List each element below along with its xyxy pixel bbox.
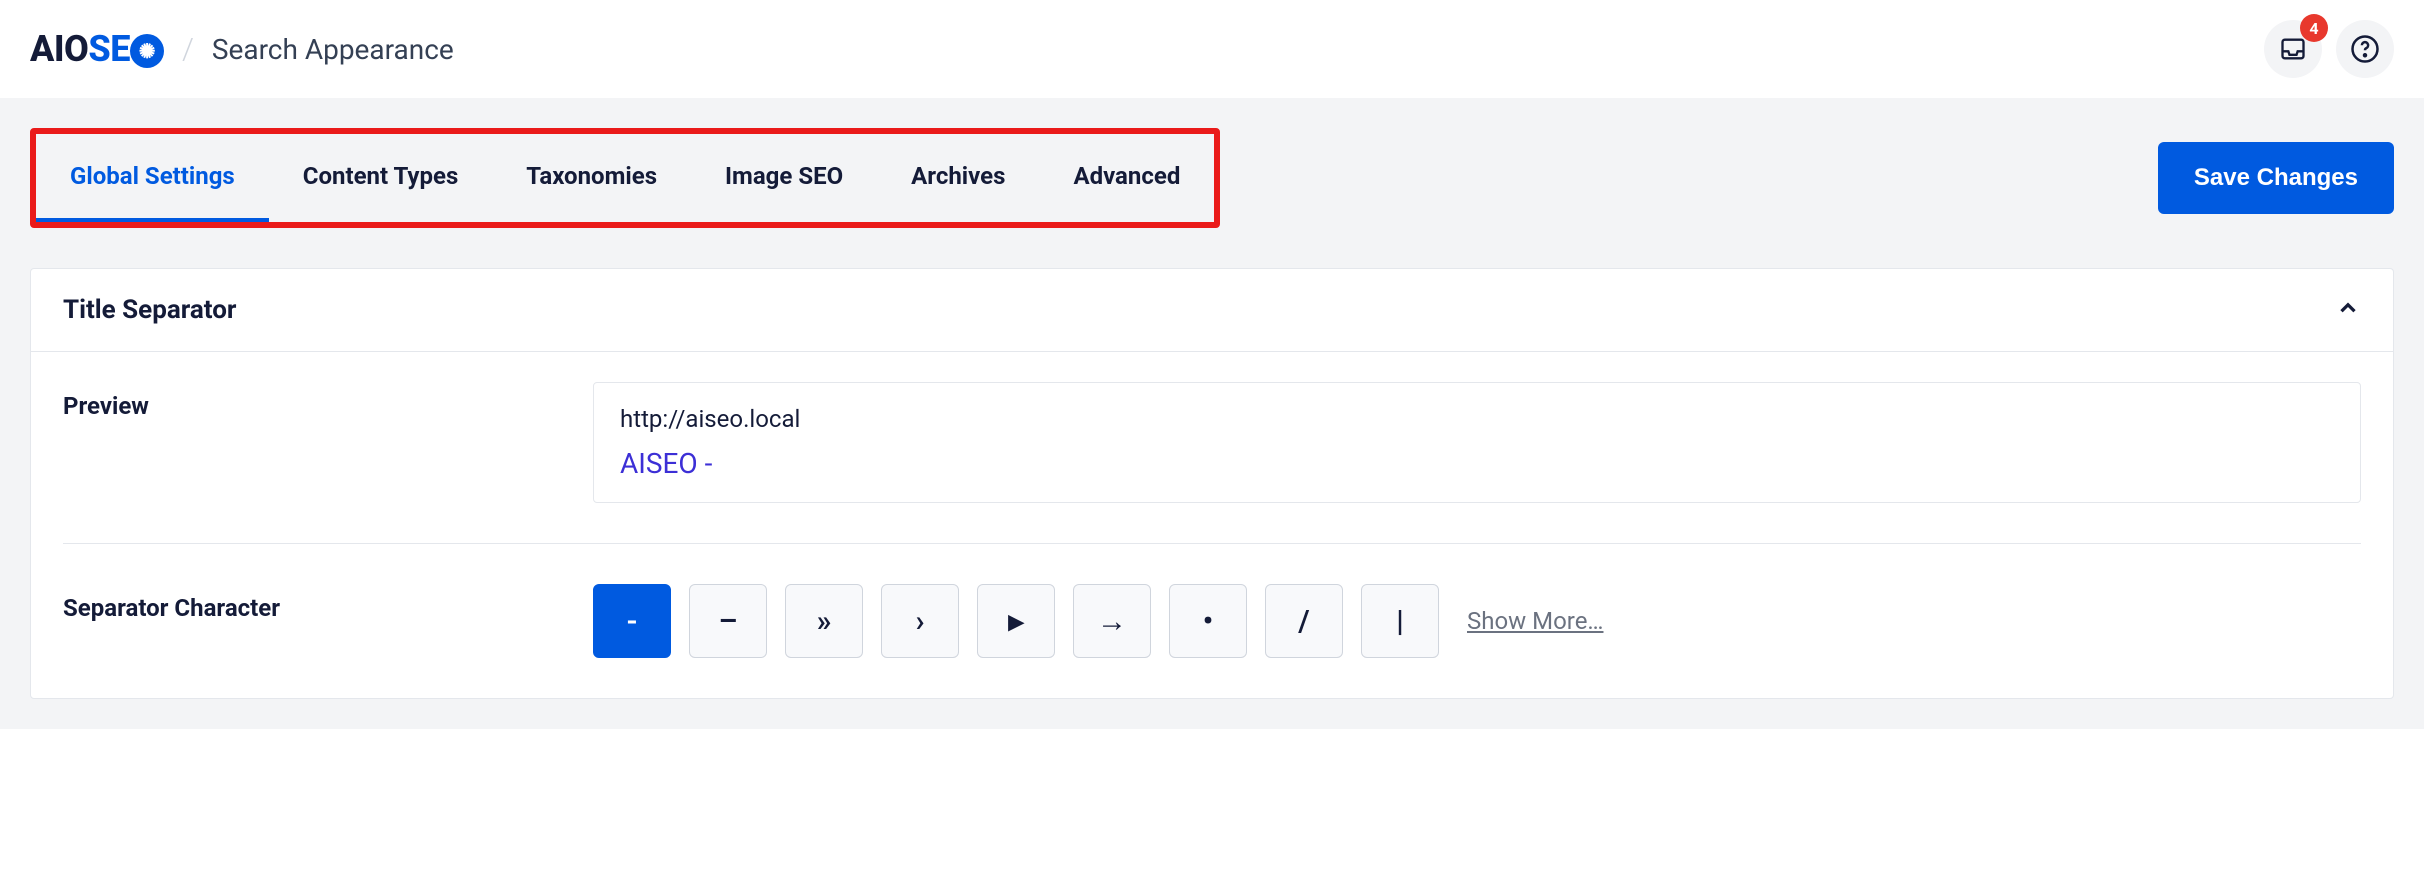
tabs: Global SettingsContent TypesTaxonomiesIm… [36,134,1214,222]
tab-content-types[interactable]: Content Types [269,134,493,222]
logo-text-aio: AIO [30,28,88,70]
separator-option[interactable]: • [1169,584,1247,658]
preview-url: http://aiseo.local [620,405,2334,433]
tab-image-seo[interactable]: Image SEO [691,134,877,222]
panel-header[interactable]: Title Separator [31,269,2393,352]
tab-taxonomies[interactable]: Taxonomies [492,134,691,222]
page-title: Search Appearance [212,33,454,66]
gear-icon: ✺ [139,41,155,61]
help-icon [2350,34,2380,64]
separator-option[interactable]: » [785,584,863,658]
logo: AIOSE ✺ [30,28,164,70]
logo-text-se: SE [88,28,130,70]
collapse-toggle[interactable] [2335,295,2361,325]
panel-title: Title Separator [63,295,236,325]
tab-archives[interactable]: Archives [877,134,1039,222]
separator-option[interactable]: ▸ [977,584,1055,658]
help-button[interactable] [2336,20,2394,78]
title-separator-panel: Title Separator Preview http://aiseo.loc… [30,268,2394,699]
separator-option[interactable]: › [881,584,959,658]
preview-row: Preview http://aiseo.local AISEO - [63,382,2361,503]
separator-option[interactable]: - [593,584,671,658]
inbox-icon [2279,35,2307,63]
top-header: AIOSE ✺ / Search Appearance 4 [0,0,2424,98]
preview-box: http://aiseo.local AISEO - [593,382,2361,503]
separator-buttons: -–»›▸→•/| Show More… [593,584,2361,658]
chevron-up-icon [2335,295,2361,321]
separator-option[interactable]: / [1265,584,1343,658]
header-left: AIOSE ✺ / Search Appearance [30,28,454,70]
tab-bar-row: Global SettingsContent TypesTaxonomiesIm… [0,98,2424,228]
separator-option[interactable]: | [1361,584,1439,658]
separator-content: -–»›▸→•/| Show More… [593,584,2361,658]
preview-label: Preview [63,382,563,420]
panel-body: Preview http://aiseo.local AISEO - Separ… [31,352,2393,698]
notification-badge: 4 [2300,14,2328,42]
show-more-link[interactable]: Show More… [1467,607,1603,635]
tabs-highlight-annotation: Global SettingsContent TypesTaxonomiesIm… [30,128,1220,228]
separator-row: Separator Character -–»›▸→•/| Show More… [63,584,2361,658]
tab-global-settings[interactable]: Global Settings [36,134,269,222]
preview-title-text: AISEO - [620,447,2334,480]
separator-label: Separator Character [63,584,563,622]
preview-content: http://aiseo.local AISEO - [593,382,2361,503]
tab-advanced[interactable]: Advanced [1039,134,1214,222]
divider [63,543,2361,544]
header-right: 4 [2264,20,2394,78]
notifications-button[interactable]: 4 [2264,20,2322,78]
main-area: Global SettingsContent TypesTaxonomiesIm… [0,98,2424,729]
breadcrumb-separator: / [182,32,194,67]
logo-o-icon: ✺ [130,34,164,68]
separator-option[interactable]: → [1073,584,1151,658]
save-changes-button[interactable]: Save Changes [2158,142,2394,214]
separator-option[interactable]: – [689,584,767,658]
